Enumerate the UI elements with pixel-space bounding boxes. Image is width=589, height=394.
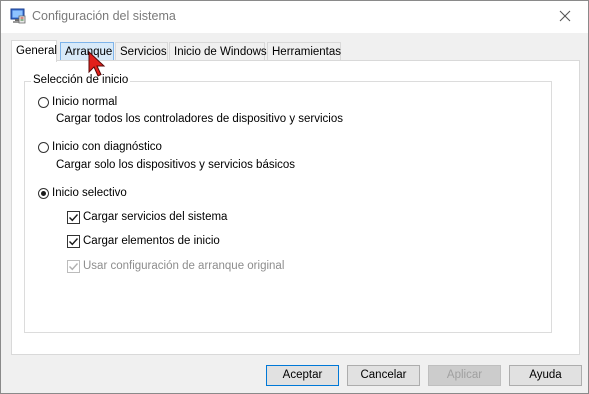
checkbox-label: Cargar elementos de inicio	[83, 235, 220, 247]
checkbox-use-original-boot-config: Usar configuración de arranque original	[67, 258, 284, 274]
tab-herramientas[interactable]: Herramientas	[267, 42, 341, 60]
checkbox[interactable]	[67, 210, 80, 224]
close-button[interactable]	[542, 1, 588, 33]
radio-selective-startup[interactable]: Inicio selectivo	[38, 185, 127, 201]
check-icon	[69, 237, 79, 245]
title-bar[interactable]: Configuración del sistema	[1, 1, 588, 33]
general-tab-panel: Selección de inicio Inicio normal Cargar…	[11, 60, 580, 355]
tab-servicios[interactable]: Servicios	[115, 42, 168, 60]
help-button[interactable]: Ayuda	[509, 365, 582, 386]
close-icon	[559, 10, 571, 25]
tab-general[interactable]: General	[11, 40, 57, 62]
checkbox[interactable]	[67, 234, 80, 248]
radio-button-checked[interactable]	[38, 187, 49, 199]
checkbox-label: Cargar servicios del sistema	[83, 211, 228, 223]
radio-diagnostic-startup[interactable]: Inicio con diagnóstico	[38, 139, 162, 155]
startup-selection-group: Selección de inicio Inicio normal Cargar…	[24, 74, 552, 333]
checkbox-label: Usar configuración de arranque original	[83, 260, 285, 272]
radio-button[interactable]	[38, 141, 49, 153]
group-legend: Selección de inicio	[31, 74, 131, 86]
apply-button: Aplicar	[428, 365, 501, 386]
check-icon	[69, 262, 79, 270]
option-description: Cargar todos los controladores de dispos…	[56, 113, 343, 125]
checkbox-load-system-services[interactable]: Cargar servicios del sistema	[67, 209, 227, 225]
radio-label: Inicio con diagnóstico	[52, 141, 162, 153]
radio-label: Inicio normal	[52, 96, 118, 108]
check-icon	[69, 213, 79, 221]
checkbox-disabled	[67, 259, 80, 273]
mouse-pointer-icon	[88, 50, 108, 82]
msconfig-icon	[10, 8, 26, 24]
radio-button[interactable]	[38, 96, 49, 108]
window-title: Configuración del sistema	[32, 9, 176, 23]
radio-normal-startup[interactable]: Inicio normal	[38, 94, 117, 110]
radio-label: Inicio selectivo	[52, 187, 127, 199]
option-description: Cargar solo los dispositivos y servicios…	[56, 159, 296, 171]
checkbox-load-startup-items[interactable]: Cargar elementos de inicio	[67, 233, 220, 249]
tab-inicio-de-windows[interactable]: Inicio de Windows	[169, 42, 267, 60]
ok-button[interactable]: Aceptar	[266, 365, 339, 386]
cancel-button[interactable]: Cancelar	[347, 365, 420, 386]
